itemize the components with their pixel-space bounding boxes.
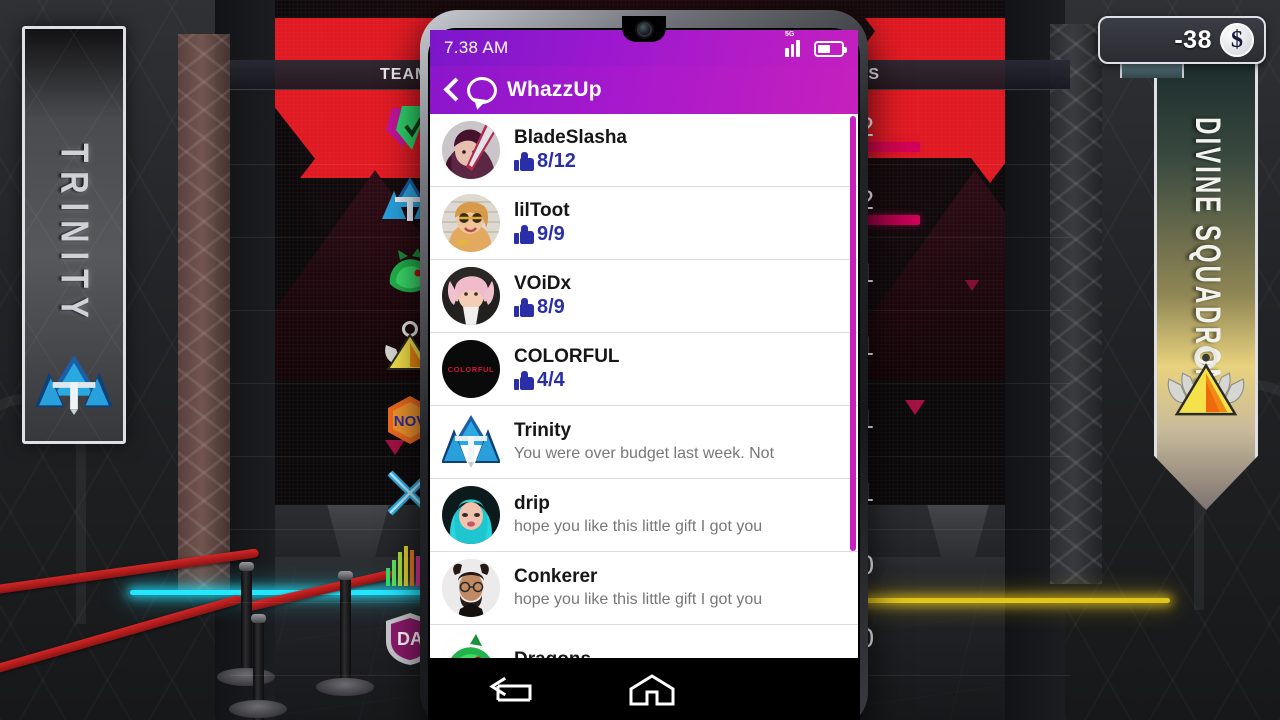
divine-squadron-winged-triangle-logo bbox=[1163, 346, 1249, 418]
chat-item-name: lilToot bbox=[514, 199, 570, 221]
money-badge-tail bbox=[1120, 62, 1184, 78]
app-bar: WhazzUp bbox=[430, 66, 858, 114]
battery-icon bbox=[814, 41, 847, 57]
chat-item-name: drip bbox=[514, 493, 550, 515]
back-chevron-icon[interactable] bbox=[444, 79, 457, 101]
nav-back-icon[interactable] bbox=[488, 676, 532, 702]
avatar-dragons bbox=[442, 632, 500, 658]
thumbs-up-icon bbox=[514, 225, 534, 245]
chat-item-message: hope you like this little gift I got you bbox=[514, 591, 763, 609]
phone-device: 7.38 AM 5G WhazzUp BladeSlasha 8/12 lilT… bbox=[420, 10, 868, 720]
truss-tower-left bbox=[178, 34, 230, 594]
chat-item-name: Trinity bbox=[514, 420, 572, 442]
network-type-label: 5G bbox=[785, 31, 795, 38]
phone-screen: 7.38 AM 5G WhazzUp BladeSlasha 8/12 lilT… bbox=[430, 30, 858, 658]
chat-item-score-value: 9/9 bbox=[537, 223, 565, 246]
thumbs-up-icon bbox=[514, 371, 534, 391]
chat-item-score-value: 4/4 bbox=[537, 369, 565, 392]
chat-item-score: 9/9 bbox=[514, 223, 570, 246]
chat-list-item[interactable]: Conkerer hope you like this little gift I… bbox=[430, 552, 858, 625]
chat-item-score-value: 8/9 bbox=[537, 296, 565, 319]
chat-list-item[interactable]: lilToot 9/9 bbox=[430, 187, 858, 260]
trinity-triangle-logo bbox=[35, 353, 113, 415]
avatar-voidx bbox=[442, 267, 500, 325]
chat-list-scrollbar[interactable] bbox=[850, 116, 856, 551]
currency-badge[interactable]: -38 $ bbox=[1098, 16, 1266, 64]
nav-home-icon[interactable] bbox=[628, 674, 675, 706]
thumbs-up-icon bbox=[514, 152, 534, 172]
status-bar-clock: 7.38 AM bbox=[444, 38, 509, 57]
chat-item-score: 8/9 bbox=[514, 296, 571, 319]
currency-amount: -38 bbox=[1174, 25, 1212, 54]
chat-item-name: COLORFUL bbox=[514, 345, 620, 367]
chat-item-name: VOiDx bbox=[514, 272, 572, 294]
chat-item-message: You were over budget last week. Not bbox=[514, 445, 775, 463]
chat-item-name: Dragons bbox=[514, 649, 591, 658]
chat-list-item[interactable]: BladeSlasha 8/12 bbox=[430, 114, 858, 187]
camera-lens-icon bbox=[636, 21, 652, 37]
chat-item-score-value: 8/12 bbox=[537, 150, 576, 173]
thumbs-up-icon bbox=[514, 298, 534, 318]
chat-list-item[interactable]: VOiDx 8/9 bbox=[430, 260, 858, 333]
game-screen: TEAM PTS 2211NOV110DA0 TRINITY DIVINE SQ… bbox=[0, 0, 1280, 720]
signal-bars-icon: 5G bbox=[785, 31, 805, 57]
avatar-drip bbox=[442, 486, 500, 544]
search-speech-bubble-icon[interactable] bbox=[467, 76, 497, 104]
chat-item-name: Conkerer bbox=[514, 566, 598, 588]
android-nav-bar bbox=[430, 658, 858, 720]
dollar-coin-icon: $ bbox=[1220, 23, 1254, 57]
avatar-liltoot bbox=[442, 194, 500, 252]
svg-text:COLORFUL: COLORFUL bbox=[448, 365, 494, 374]
chat-list-item[interactable]: drip hope you like this little gift I got… bbox=[430, 479, 858, 552]
chat-list-item[interactable]: COLORFUL COLORFUL 4/4 bbox=[430, 333, 858, 406]
chat-list-item[interactable]: Dragons bbox=[430, 625, 858, 658]
chat-item-name: BladeSlasha bbox=[514, 126, 627, 148]
avatar-bladeslasha bbox=[442, 121, 500, 179]
chat-list-item[interactable]: Trinity You were over budget last week. N… bbox=[430, 406, 858, 479]
avatar-colorful: COLORFUL bbox=[442, 340, 500, 398]
chat-item-score: 8/12 bbox=[514, 150, 627, 173]
avatar-conkerer bbox=[442, 559, 500, 617]
chat-item-message: hope you like this little gift I got you bbox=[514, 518, 763, 536]
banner-divine-squadron: DIVINE SQUADRON bbox=[1154, 58, 1258, 510]
chat-list[interactable]: BladeSlasha 8/12 lilToot 9/9 VOiDx 8/9 COLO… bbox=[430, 114, 858, 658]
banner-trinity-label: TRINITY bbox=[52, 143, 97, 327]
chat-item-score: 4/4 bbox=[514, 369, 620, 392]
front-camera bbox=[622, 16, 666, 42]
avatar-trinity-logo bbox=[442, 413, 500, 471]
app-title: WhazzUp bbox=[507, 78, 602, 101]
banner-trinity: TRINITY bbox=[22, 26, 126, 444]
